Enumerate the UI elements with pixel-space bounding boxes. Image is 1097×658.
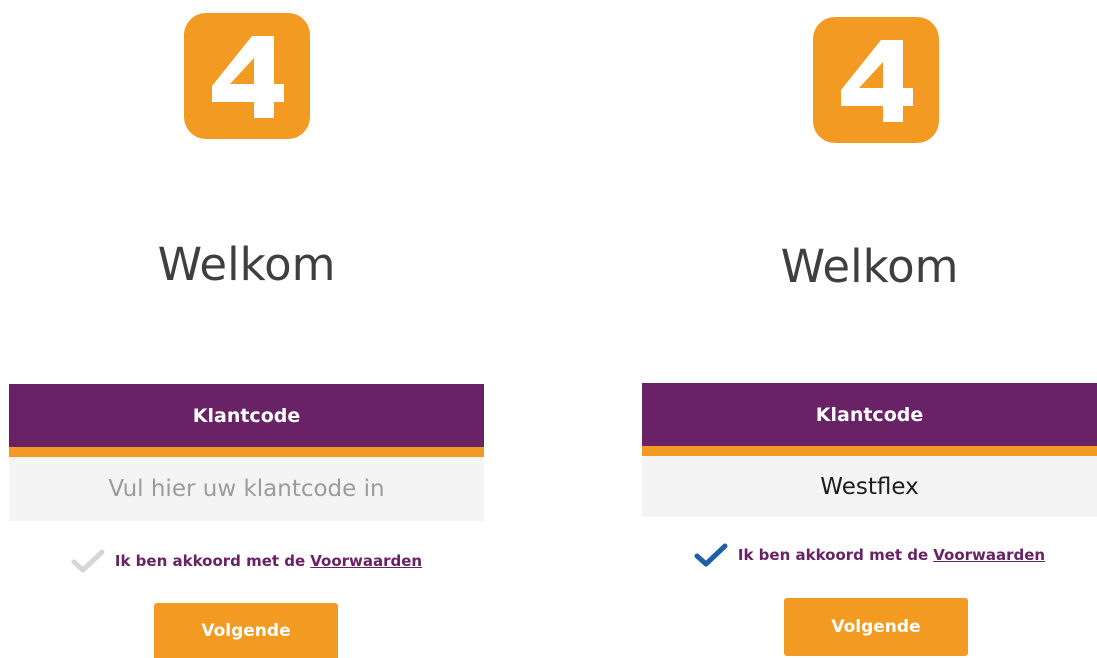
login-screen-empty: Welkom Klantcode Ik ben akkoord met de V… — [9, 0, 484, 658]
welcome-heading: Welkom — [780, 240, 959, 293]
login-screen-filled: Welkom Klantcode Ik ben akkoord met de V… — [642, 0, 1097, 658]
terms-text: Ik ben akkoord met de — [737, 546, 929, 564]
app-logo — [184, 13, 310, 139]
welcome-heading: Welkom — [157, 238, 336, 291]
checkmark-icon[interactable] — [71, 548, 105, 574]
number-four-logo-icon — [212, 36, 284, 118]
terms-agreement-row: Ik ben akkoord met de Voorwaarden — [642, 542, 1097, 568]
accent-divider — [9, 447, 484, 457]
customer-code-input[interactable] — [642, 456, 1097, 517]
next-button[interactable]: Volgende — [784, 598, 968, 656]
customer-code-input[interactable] — [9, 457, 484, 521]
terms-text: Ik ben akkoord met de — [114, 552, 306, 570]
customer-code-label: Klantcode — [9, 384, 484, 447]
next-button[interactable]: Volgende — [154, 603, 338, 658]
customer-code-label: Klantcode — [642, 383, 1097, 446]
accent-divider — [642, 446, 1097, 456]
terms-link[interactable]: Voorwaarden — [933, 546, 1045, 564]
checkmark-icon[interactable] — [694, 542, 728, 568]
terms-link[interactable]: Voorwaarden — [310, 552, 422, 570]
number-four-logo-icon — [841, 40, 913, 122]
terms-agreement-row: Ik ben akkoord met de Voorwaarden — [9, 548, 484, 574]
app-logo — [813, 17, 939, 143]
